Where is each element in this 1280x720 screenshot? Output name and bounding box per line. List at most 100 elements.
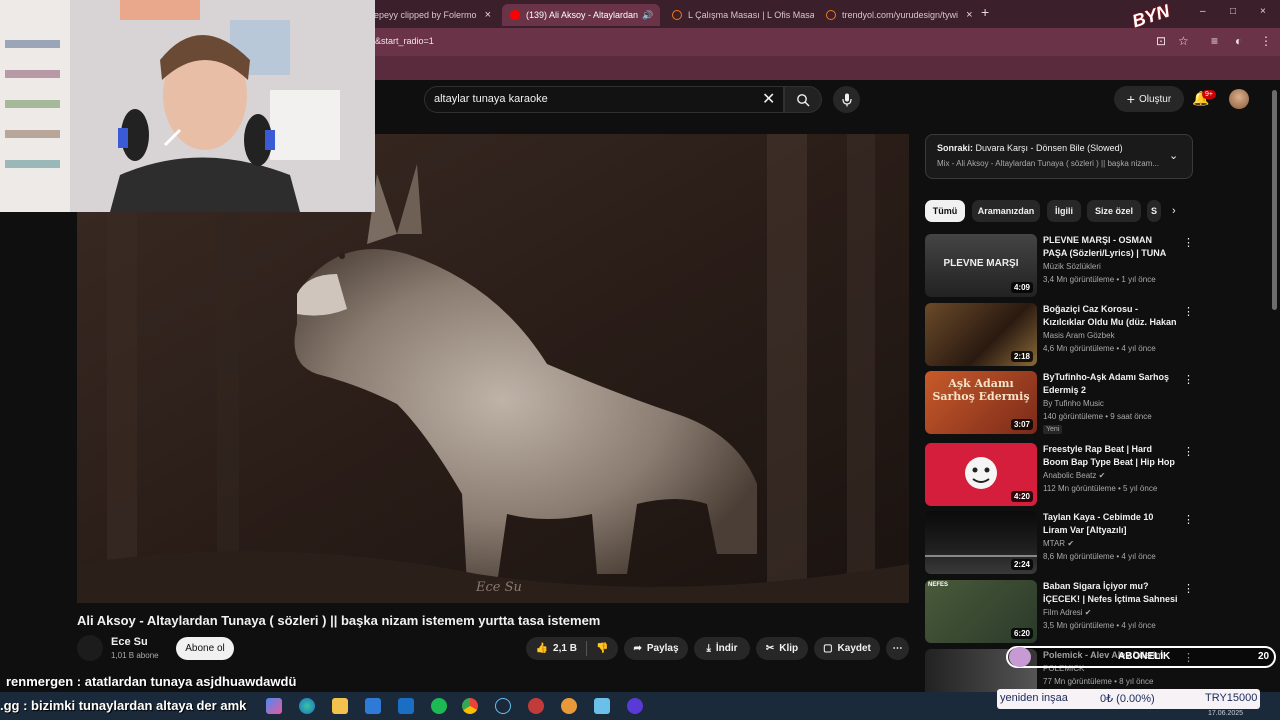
download-button[interactable]: ⤓ İndir [694,637,750,660]
profile-icon[interactable]: ◐ [1235,34,1242,48]
recommendation-channel[interactable]: MTAR ✔ [1043,539,1074,548]
channel-avatar[interactable] [77,635,103,661]
recommendation-item[interactable]: 2:18 Boğaziçi Caz Korosu - Kızılcıklar O… [925,303,1195,367]
taskbar-app-icon[interactable] [266,698,282,714]
spotify-icon[interactable] [431,698,447,714]
close-icon[interactable]: × [653,9,660,21]
chip-more[interactable]: S [1147,200,1161,222]
recommendation-title[interactable]: Baban Sigara İçiyor mu? İÇECEK! | Nefes … [1043,580,1178,606]
clip-label: Klip [779,643,799,654]
duration-badge: 6:20 [1010,628,1033,639]
create-button[interactable]: + Oluştur [1114,86,1184,112]
star-icon[interactable]: ☆ [1178,34,1189,48]
verified-icon: ✔ [1098,471,1106,480]
more-vert-icon[interactable]: ⋮ [1183,445,1194,458]
scrollbar[interactable] [1272,90,1277,310]
tab-youtube[interactable]: (139) Ali Aksoy - Altaylardan 🔊 × [502,4,660,26]
close-icon[interactable]: × [958,9,972,21]
chevron-right-icon[interactable]: › [1172,205,1176,217]
more-vert-icon[interactable]: ⋮ [1183,373,1194,386]
recommendation-item[interactable]: PLEVNE MARŞI 4:09 PLEVNE MARŞI - OSMAN P… [925,234,1195,298]
clip-button[interactable]: ✂ Klip [756,637,808,660]
share-button[interactable]: ➦ Paylaş [624,637,688,660]
thumbnail-text: PLEVNE MARŞI [943,258,1019,269]
recommendation-channel[interactable]: Masis Aram Gözbek [1043,331,1115,340]
subscribe-button[interactable]: Abone ol [176,637,234,660]
like-dislike-group[interactable]: 👍 2,1 B 👎 [526,637,618,660]
video-thumbnail[interactable]: 4:20 [925,443,1037,506]
tab-trendyol[interactable]: trendyol.com/yurudesign/tywi × [818,4,976,26]
address-input[interactable]: &start_radio=1 [375,36,434,46]
chat-message: .gg : bizimki tunaylardan altaya der amk [0,698,247,713]
subscriber-avatar [1009,647,1031,667]
maximize-button[interactable]: □ [1230,6,1236,17]
outlook-icon[interactable] [398,698,414,714]
avatar[interactable] [1229,89,1249,109]
recommendation-channel[interactable]: By Tufinho Music [1043,399,1104,408]
chip-related[interactable]: İlgili [1047,200,1081,222]
video-thumbnail[interactable]: 2:18 [925,303,1037,366]
install-icon[interactable]: ⊡ [1156,34,1166,48]
recommendation-channel[interactable]: Film Adresi ✔ [1043,608,1092,617]
video-thumbnail[interactable]: Aşk Adamı Sarhoş Edermiş 3:07 [925,371,1037,434]
more-vert-icon[interactable]: ⋮ [1183,513,1194,526]
tab-clip[interactable]: epeyy clipped by Folermo × [366,4,498,26]
save-button[interactable]: ▢ Kaydet [814,637,880,660]
recommendation-title[interactable]: Boğaziçi Caz Korosu - Kızılcıklar Oldu M… [1043,303,1178,329]
recommendation-channel[interactable]: Anabolic Beatz ✔ [1043,471,1105,480]
goal-amount: 0₺ (0.00%) [1100,693,1155,705]
recommendation-item[interactable]: Aşk Adamı Sarhoş Edermiş 3:07 ByTufinho-… [925,371,1195,435]
obs-icon[interactable] [627,698,643,714]
recommendation-title[interactable]: PLEVNE MARŞI - OSMAN PAŞA (Sözleri/Lyric… [1043,234,1178,260]
thumbs-up-icon[interactable]: 👍 [536,643,548,654]
chevron-down-icon[interactable]: ⌄ [1169,149,1178,162]
recommendation-item[interactable]: 4:20 Freestyle Rap Beat | Hard Boom Bap … [925,443,1195,507]
tab-desk[interactable]: L Çalışma Masası | L Ofis Masası × [664,4,814,26]
video-thumbnail[interactable]: PLEVNE MARŞI 4:09 [925,234,1037,297]
store-icon[interactable] [365,698,381,714]
recommendation-title[interactable]: ByTufinho-Aşk Adamı Sarhoş Edermiş 2 [1043,371,1178,397]
network-app-icon[interactable] [594,698,610,714]
more-vert-icon[interactable]: ⋮ [1183,582,1194,595]
channel-name[interactable]: Ece Su [111,636,148,648]
recommendation-meta: 3,4 Mn görüntüleme • 1 yıl önce [1043,275,1156,284]
clear-icon[interactable]: ✕ [762,89,775,109]
video-thumbnail[interactable]: 2:24 [925,511,1037,574]
chip-all[interactable]: Tümü [925,200,965,222]
search-button[interactable] [784,86,822,113]
menu-icon[interactable]: ⋮ [1260,34,1272,48]
minimize-button[interactable]: – [1200,6,1206,17]
more-actions-button[interactable]: ⋯ [886,637,909,660]
app-icon[interactable] [528,698,544,714]
speaker-icon[interactable]: 🔊 [642,10,653,21]
chip-from-search[interactable]: Aramanızdan [972,200,1040,222]
folder-icon[interactable] [332,698,348,714]
audio-app-icon[interactable] [561,698,577,714]
close-window-button[interactable]: × [1260,6,1266,17]
voice-search-button[interactable] [833,86,860,113]
recommendation-channel[interactable]: Müzik Sözlükleri [1043,262,1101,271]
recommendation-item[interactable]: 2:24 Taylan Kaya - Cebimde 10 Liram Var … [925,511,1195,575]
steam-icon[interactable] [495,698,511,714]
channel-label: Film Adresi [1043,608,1083,617]
chip-for-you[interactable]: Size özel [1087,200,1141,222]
video-thumbnail[interactable]: NEFES 6:20 [925,580,1037,643]
playlist-icon[interactable]: ≡ [1211,34,1218,48]
plus-icon: + [1126,91,1135,107]
up-next-panel[interactable] [925,134,1193,179]
recommendation-meta: 3,5 Mn görüntüleme • 4 yıl önce [1043,621,1156,630]
more-vert-icon[interactable]: ⋮ [1183,305,1194,318]
edge-icon[interactable] [299,698,315,714]
chrome-icon[interactable] [462,698,478,714]
new-tab-button[interactable]: + [981,4,989,20]
recommendation-title[interactable]: Taylan Kaya - Cebimde 10 Liram Var [Alty… [1043,511,1178,537]
up-next-video: Duvara Karşı - Dönsen Bile (Slowed) [975,143,1123,153]
thumbs-down-icon[interactable]: 👎 [596,643,608,654]
more-vert-icon[interactable]: ⋮ [1183,236,1194,249]
channel-label: Anabolic Beatz [1043,471,1097,480]
recommendation-item[interactable]: NEFES 6:20 Baban Sigara İçiyor mu? İÇECE… [925,580,1195,644]
close-icon[interactable]: × [477,9,491,21]
recommendation-title[interactable]: Freestyle Rap Beat | Hard Boom Bap Type … [1043,443,1178,469]
search-input[interactable]: altaylar tunaya karaoke [434,93,548,105]
webcam-feed [0,0,375,212]
